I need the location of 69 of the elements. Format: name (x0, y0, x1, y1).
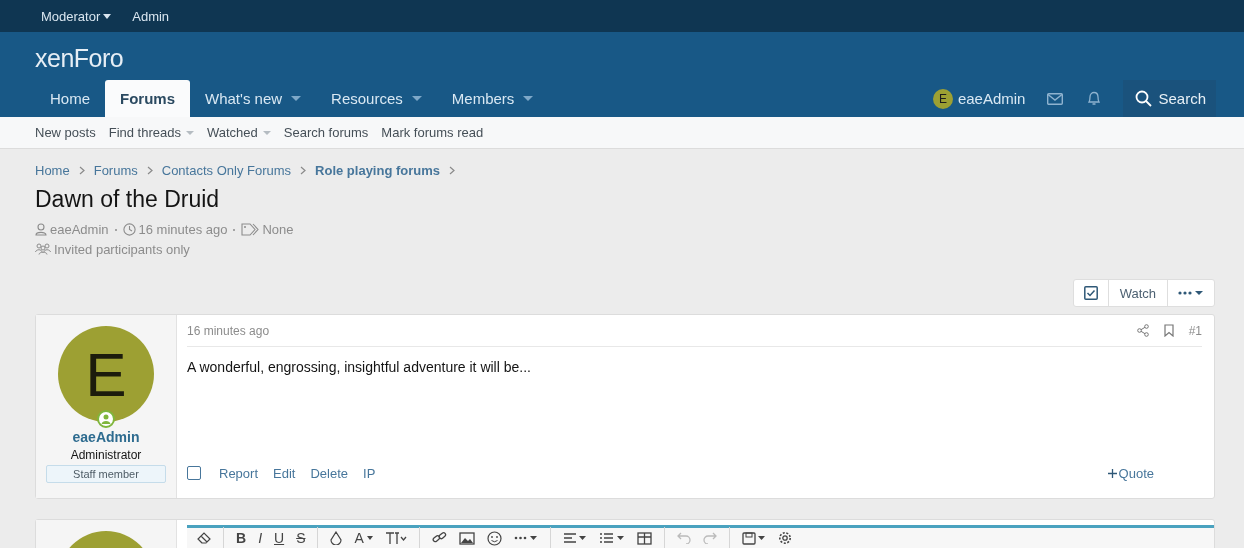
bell-icon[interactable] (1087, 91, 1102, 106)
username-link[interactable]: eaeAdmin (72, 429, 140, 445)
plus-icon (1107, 468, 1117, 478)
breadcrumb-link[interactable]: Forums (93, 162, 138, 178)
post-action-link[interactable]: Delete (310, 465, 348, 481)
envelope-icon[interactable] (1047, 92, 1064, 105)
checkbox-icon (1083, 286, 1098, 300)
more-icon (1178, 290, 1204, 296)
nav-tab[interactable]: Resources (316, 80, 437, 117)
format-button[interactable]: S (296, 530, 306, 546)
breadcrumb-link[interactable]: Role playing forums (315, 162, 441, 178)
save-icon[interactable] (741, 531, 766, 545)
top-menu-link[interactable]: Admin (132, 8, 170, 24)
thread-tags: None (262, 221, 294, 237)
top-menu-link[interactable]: Moderator (41, 8, 112, 24)
search-button[interactable]: Search (1123, 80, 1216, 117)
quote-link[interactable]: Quote (1107, 465, 1154, 481)
settings-icon[interactable] (777, 531, 792, 545)
subnav-link[interactable]: Watched (206, 125, 271, 140)
bookmark-icon[interactable] (1163, 324, 1174, 337)
chevron-icon (78, 165, 85, 175)
smiley-icon[interactable] (486, 530, 502, 546)
clock-icon (122, 222, 136, 236)
tag-icon (241, 222, 260, 236)
subnav-link[interactable]: Mark forums read (381, 125, 484, 140)
more-icon[interactable] (513, 535, 538, 541)
align-icon[interactable] (562, 532, 587, 544)
post-number-link[interactable]: #1 (1188, 323, 1202, 338)
avatar[interactable]: E (58, 326, 154, 422)
format-button[interactable]: I (258, 530, 262, 546)
thread-title: Dawn of the Druid (35, 186, 220, 213)
subnav-link[interactable]: Search forums (283, 125, 369, 140)
post-action-link[interactable]: Edit (273, 465, 296, 481)
breadcrumb-link[interactable]: Home (35, 162, 70, 178)
nav-tab[interactable]: Members (436, 80, 549, 117)
post-time[interactable]: 16 minutes ago (187, 323, 270, 338)
select-checkbox[interactable] (187, 466, 201, 480)
users-icon (35, 243, 51, 255)
drop-icon[interactable] (330, 531, 343, 545)
text-color-button[interactable]: A (354, 530, 373, 546)
format-button[interactable]: B (236, 530, 247, 546)
user-menu[interactable]: E eaeAdmin (922, 88, 1036, 109)
post-message: A wonderful, engrossing, insightful adventure it will be... (187, 359, 531, 377)
chevron-icon (146, 165, 153, 175)
list-icon[interactable] (598, 532, 625, 544)
logo[interactable]: xenForo (0, 32, 124, 72)
image-icon[interactable] (458, 531, 475, 545)
breadcrumb-link[interactable]: Contacts Only Forums (161, 162, 292, 178)
link-icon[interactable] (431, 531, 447, 545)
nav-tab[interactable]: Forums (105, 80, 191, 117)
thread-privacy: Invited participants only (54, 241, 190, 257)
nav-tab[interactable]: What's new (190, 80, 317, 117)
user-icon (35, 222, 47, 236)
post-action-link[interactable]: Report (219, 465, 259, 481)
post-action-link[interactable]: IP (363, 465, 376, 481)
nav-tab[interactable]: Home (35, 80, 105, 117)
table-icon[interactable] (636, 531, 652, 545)
chevron-icon (300, 165, 307, 175)
staff-banner: Staff member (46, 465, 166, 483)
user-title: Administrator (70, 448, 142, 462)
subnav-link[interactable]: Find threads (108, 125, 194, 140)
font-size-icon[interactable] (384, 532, 407, 544)
subnav-link[interactable]: New posts (35, 125, 96, 140)
format-button[interactable]: U (274, 530, 285, 546)
share-icon[interactable] (1136, 324, 1149, 337)
online-status-icon (97, 410, 115, 428)
chevron-icon (449, 165, 456, 175)
search-icon (1135, 90, 1153, 107)
eraser-icon[interactable] (197, 532, 211, 544)
